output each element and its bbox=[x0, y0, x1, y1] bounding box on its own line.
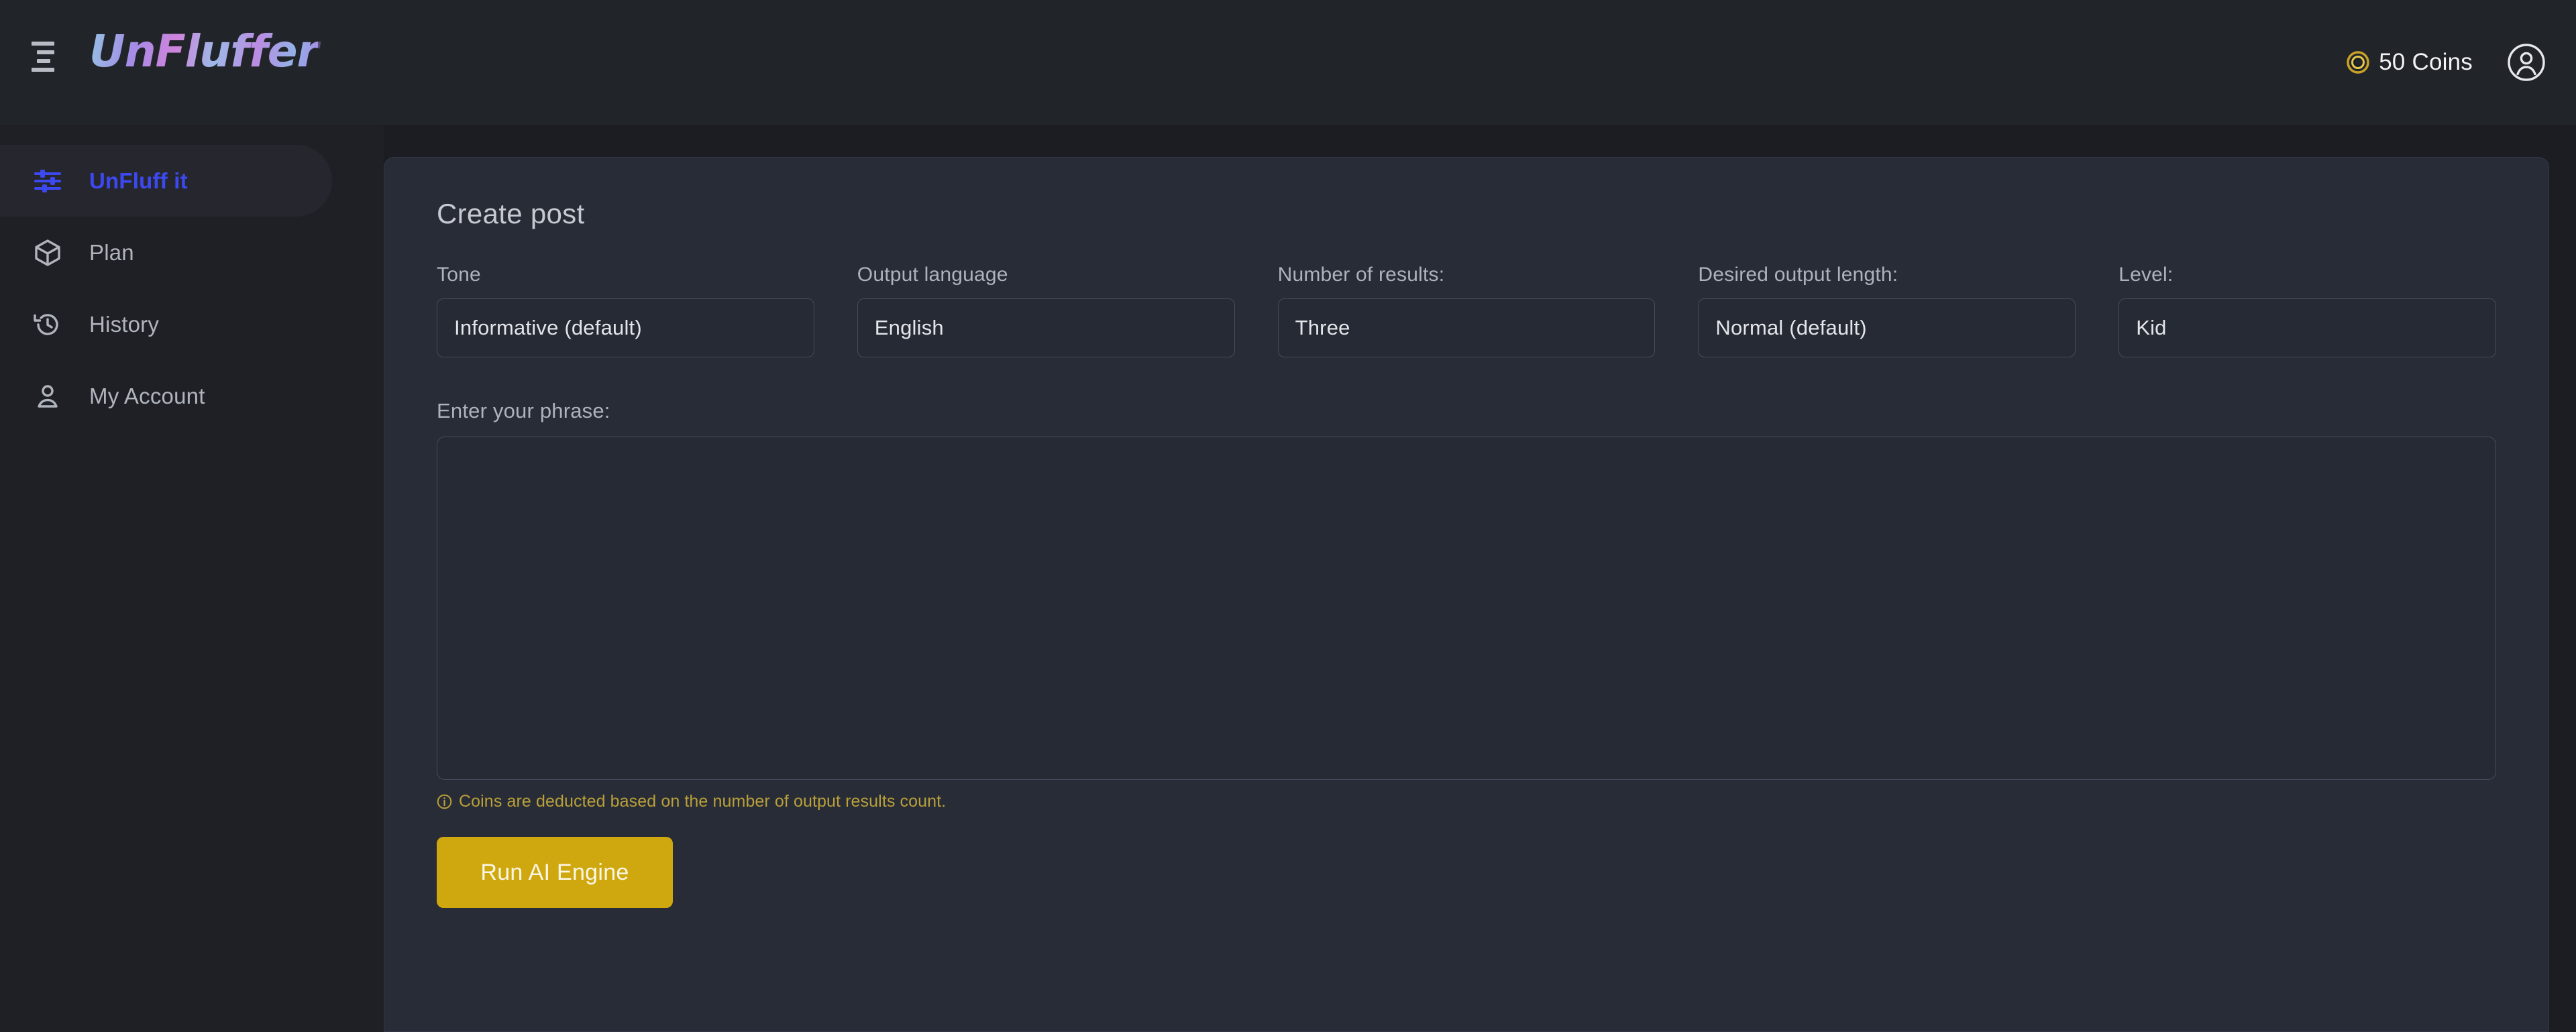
sidebar-item-label: Plan bbox=[89, 239, 134, 265]
field-value: Three bbox=[1295, 316, 1350, 339]
field-label: Tone bbox=[437, 264, 481, 286]
user-avatar-icon[interactable] bbox=[2506, 42, 2546, 82]
field-desired-output-length: Desired output length: Normal (default) bbox=[1698, 264, 2076, 357]
sidebar-item-plan[interactable]: Plan bbox=[0, 217, 384, 288]
field-tone: Tone Informative (default) bbox=[437, 264, 814, 357]
number-of-results-select[interactable]: Three bbox=[1277, 298, 1656, 357]
hamburger-line bbox=[37, 58, 50, 63]
hint-text: Coins are deducted based on the number o… bbox=[459, 792, 947, 811]
hamburger-line bbox=[32, 41, 54, 46]
coin-icon bbox=[2347, 51, 2369, 74]
sliders-icon bbox=[32, 165, 64, 197]
sidebar-item-unfluff-it[interactable]: UnFluff it bbox=[0, 145, 332, 217]
brand-logo[interactable]: UnFluffer bbox=[89, 25, 319, 77]
phrase-label: Enter your phrase: bbox=[437, 399, 610, 422]
field-label: Level: bbox=[2118, 264, 2174, 286]
hamburger-line bbox=[37, 50, 54, 54]
desired-output-length-select[interactable]: Normal (default) bbox=[1698, 298, 2076, 357]
sidebar-item-label: My Account bbox=[89, 383, 205, 408]
field-number-of-results: Number of results: Three bbox=[1277, 264, 1656, 357]
phrase-input[interactable] bbox=[437, 437, 2496, 780]
main-content: Create post Tone Informative (default) O… bbox=[384, 125, 2576, 1032]
run-ai-engine-button[interactable]: Run AI Engine bbox=[437, 837, 673, 908]
field-label: Desired output length: bbox=[1698, 264, 1898, 286]
field-value: Normal (default) bbox=[1715, 316, 1867, 339]
top-header: UnFluffer 50 Coins bbox=[0, 0, 2576, 125]
page-title: Create post bbox=[437, 198, 585, 229]
header-right-group: 50 Coins bbox=[2347, 0, 2546, 125]
coins-balance[interactable]: 50 Coins bbox=[2347, 49, 2473, 76]
app-root: UnFluffer 50 Coins UnFluff it Plan Histo… bbox=[0, 0, 2576, 1032]
history-clock-icon bbox=[32, 308, 64, 341]
field-value: Informative (default) bbox=[454, 316, 642, 339]
coins-hint: Coins are deducted based on the number o… bbox=[437, 792, 2496, 811]
field-value: Kid bbox=[2136, 316, 2167, 339]
sidebar-item-label: History bbox=[89, 311, 160, 337]
field-label: Output language bbox=[857, 264, 1008, 286]
field-value: English bbox=[874, 316, 944, 339]
cube-icon bbox=[32, 237, 64, 269]
level-select[interactable]: Kid bbox=[2118, 298, 2496, 357]
hamburger-menu-icon[interactable] bbox=[32, 38, 68, 74]
tone-select[interactable]: Informative (default) bbox=[437, 298, 814, 357]
hamburger-line bbox=[32, 67, 54, 72]
field-output-language: Output language English bbox=[857, 264, 1235, 357]
options-row: Tone Informative (default) Output langua… bbox=[437, 264, 2496, 357]
create-post-card: Create post Tone Informative (default) O… bbox=[384, 157, 2549, 1032]
sidebar-item-my-account[interactable]: My Account bbox=[0, 360, 384, 432]
sidebar-item-label: UnFluff it bbox=[89, 168, 188, 193]
person-icon bbox=[32, 380, 64, 412]
field-label: Number of results: bbox=[1277, 264, 1445, 286]
output-language-select[interactable]: English bbox=[857, 298, 1235, 357]
coins-label: 50 Coins bbox=[2379, 49, 2473, 75]
info-circle-icon bbox=[437, 794, 452, 809]
field-level: Level: Kid bbox=[2118, 264, 2496, 357]
sidebar-nav: UnFluff it Plan History My Account bbox=[0, 125, 384, 1032]
sidebar-item-history[interactable]: History bbox=[0, 288, 384, 360]
